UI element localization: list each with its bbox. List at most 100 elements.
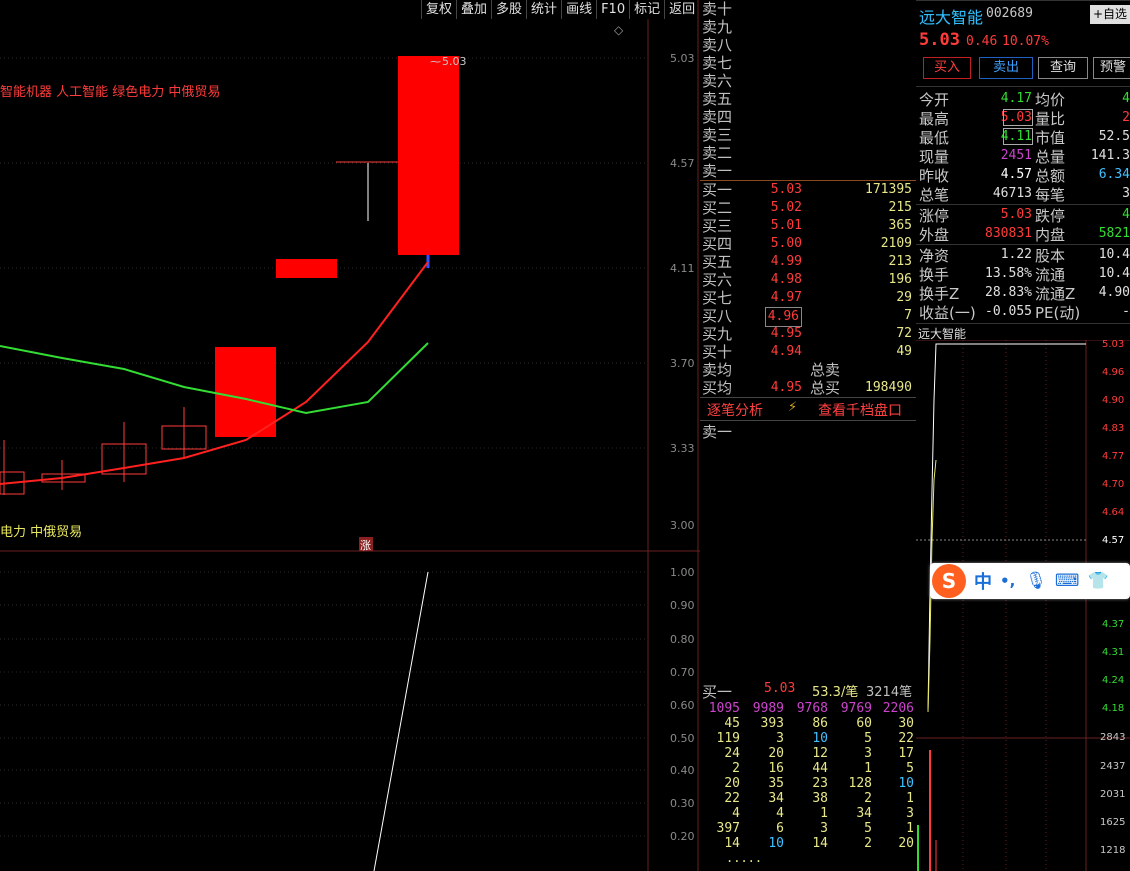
sell-row: 卖一: [702, 162, 733, 180]
y-tick: 0.60: [670, 699, 695, 712]
y-tick: 3.33: [670, 442, 695, 455]
mini-vol-tick: 2843: [1100, 732, 1125, 743]
sell-row: 卖三: [702, 126, 733, 144]
ime-toolbar[interactable]: S 中 •, 🎙 ⌨ 👕: [930, 563, 1130, 599]
y-tick: 4.57: [670, 157, 695, 170]
sell-avg-row: 卖均 总卖: [702, 361, 841, 379]
sogou-logo-icon[interactable]: S: [932, 564, 966, 598]
price-change: 0.46: [966, 34, 998, 49]
lightning-icon: ⚡: [788, 400, 798, 415]
buy-row[interactable]: 买十 4.94 49: [700, 343, 916, 361]
mini-y-tick: 4.64: [1102, 507, 1124, 518]
sell-row: 卖八: [702, 36, 733, 54]
y-tick: 3.00: [670, 519, 695, 532]
table-row: 2 16 44 1 5: [732, 761, 914, 776]
y-tick: 0.20: [670, 830, 695, 843]
alert-button[interactable]: 预警: [1093, 57, 1130, 79]
toolbar-back[interactable]: 返回: [664, 0, 699, 19]
sell-row: 卖七: [702, 54, 733, 72]
table-row: 20 35 23 128 10: [724, 776, 914, 791]
mini-vol-tick: 2437: [1100, 761, 1125, 772]
mini-vol-tick: 1625: [1100, 817, 1125, 828]
diamond-icon[interactable]: ◇: [614, 23, 624, 37]
toolbar-stats[interactable]: 统计: [526, 0, 561, 19]
chart-toolbar: 复权 叠加 多股 统计 画线 F10 标记 返回: [421, 0, 699, 19]
mini-y-tick: 5.03: [1102, 340, 1124, 350]
buy-button[interactable]: 买入: [923, 57, 971, 79]
y-tick: 0.30: [670, 797, 695, 810]
buy-row[interactable]: 买四 5.00 2109: [700, 235, 916, 253]
toolbar-multi[interactable]: 多股: [491, 0, 526, 19]
sell-row: 卖四: [702, 108, 733, 126]
y-tick: 0.40: [670, 764, 695, 777]
mini-y-tick: 4.70: [1102, 479, 1124, 490]
sell-row: 卖九: [702, 18, 733, 36]
sell1-queue-label: 卖一: [702, 423, 733, 441]
table-row: 1095 9989 9768 9769 2206: [708, 701, 914, 716]
y-tick: 1.00: [670, 566, 695, 579]
zhang-badge: 涨: [360, 539, 371, 552]
table-row: 397 6 3 5 1: [716, 821, 914, 836]
y-tick: 3.70: [670, 357, 695, 370]
mini-y-tick: 4.31: [1102, 647, 1124, 658]
table-row: 22 34 38 2 1: [724, 791, 914, 806]
mini-y-tick: 4.77: [1102, 451, 1124, 462]
buy-row[interactable]: 买三 5.01 365: [700, 217, 916, 235]
intraday-chart[interactable]: 5.03 4.96 4.90 4.83 4.77 4.70 4.64 4.57 …: [916, 340, 1130, 871]
candle: [215, 347, 276, 437]
y-tick: 5.03: [670, 52, 695, 65]
buy-row[interactable]: 买五 4.99 213: [700, 253, 916, 271]
table-row: 24 20 12 3 17: [724, 746, 914, 761]
buy-row[interactable]: 买七 4.97 29: [700, 289, 916, 307]
candle: [276, 259, 337, 278]
buy-row[interactable]: 买九 4.95 72: [700, 325, 916, 343]
buy-row[interactable]: 买六 4.98 196: [700, 271, 916, 289]
indicator-line: [373, 571, 429, 871]
table-row: 119 3 10 5 22: [716, 731, 914, 746]
high-box: [1003, 109, 1033, 126]
table-row: 45 393 86 60 30: [724, 716, 914, 731]
mini-y-tick: 4.24: [1102, 675, 1124, 686]
stock-code: 002689: [986, 6, 1033, 21]
microphone-icon[interactable]: 🎙: [1025, 571, 1047, 591]
more-indicator[interactable]: .....: [726, 851, 762, 865]
mini-vol-tick: 2031: [1100, 789, 1125, 800]
buy-avg-row: 买均 4.95 总买 198490: [702, 379, 912, 397]
low-box: [1003, 128, 1033, 145]
price-change-pct: 10.07%: [1002, 34, 1049, 49]
query-button[interactable]: 查询: [1038, 57, 1088, 79]
sell-button[interactable]: 卖出: [979, 57, 1033, 79]
table-row: 14 10 14 2 20: [724, 836, 914, 851]
y-tick: 0.50: [670, 732, 695, 745]
orderbook-links: 逐笔分析 ⚡ 查看千档盘口: [700, 397, 916, 421]
y-tick: 4.11: [670, 262, 695, 275]
toolbar-draw[interactable]: 画线: [561, 0, 596, 19]
thousand-level-link[interactable]: 查看千档盘口: [818, 400, 902, 420]
mini-vol-tick: 1218: [1100, 845, 1125, 856]
buy-row[interactable]: 买一 5.03 171395: [700, 181, 916, 199]
toolbar-mark[interactable]: 标记: [629, 0, 664, 19]
toolbar-fuquan[interactable]: 复权: [421, 0, 456, 19]
kline-chart[interactable]: 5.03 4.57 4.11 3.70 3.33 3.00 1.00 0.90 …: [0, 0, 700, 871]
tick-analysis-link[interactable]: 逐笔分析: [707, 400, 763, 420]
buy-row[interactable]: 买二 5.02 215: [700, 199, 916, 217]
skin-icon[interactable]: 👕: [1087, 571, 1108, 591]
high-label: 5.03: [442, 55, 467, 68]
sell-row: 卖五: [702, 90, 733, 108]
buy-row[interactable]: 买八 4.96 7: [700, 307, 916, 327]
ime-punctuation[interactable]: •,: [1000, 572, 1015, 590]
mini-y-tick: 4.18: [1102, 703, 1124, 714]
add-favorite-button[interactable]: +自选: [1090, 5, 1130, 24]
ime-chinese-mode[interactable]: 中: [974, 568, 992, 594]
mini-y-tick: 4.83: [1102, 423, 1124, 434]
sell-row: 卖十: [702, 0, 733, 18]
y-tick: 0.90: [670, 599, 695, 612]
sell-row: 卖二: [702, 144, 733, 162]
concept-tags-top: 智能机器 人工智能 绿色电力 中俄贸易: [0, 84, 220, 100]
toolbar-overlay[interactable]: 叠加: [456, 0, 491, 19]
mini-y-tick: 4.37: [1102, 619, 1124, 630]
toolbar-f10[interactable]: F10: [596, 0, 629, 19]
y-tick: 0.80: [670, 633, 695, 646]
sell-row: 卖六: [702, 72, 733, 90]
keyboard-icon[interactable]: ⌨: [1055, 571, 1080, 591]
